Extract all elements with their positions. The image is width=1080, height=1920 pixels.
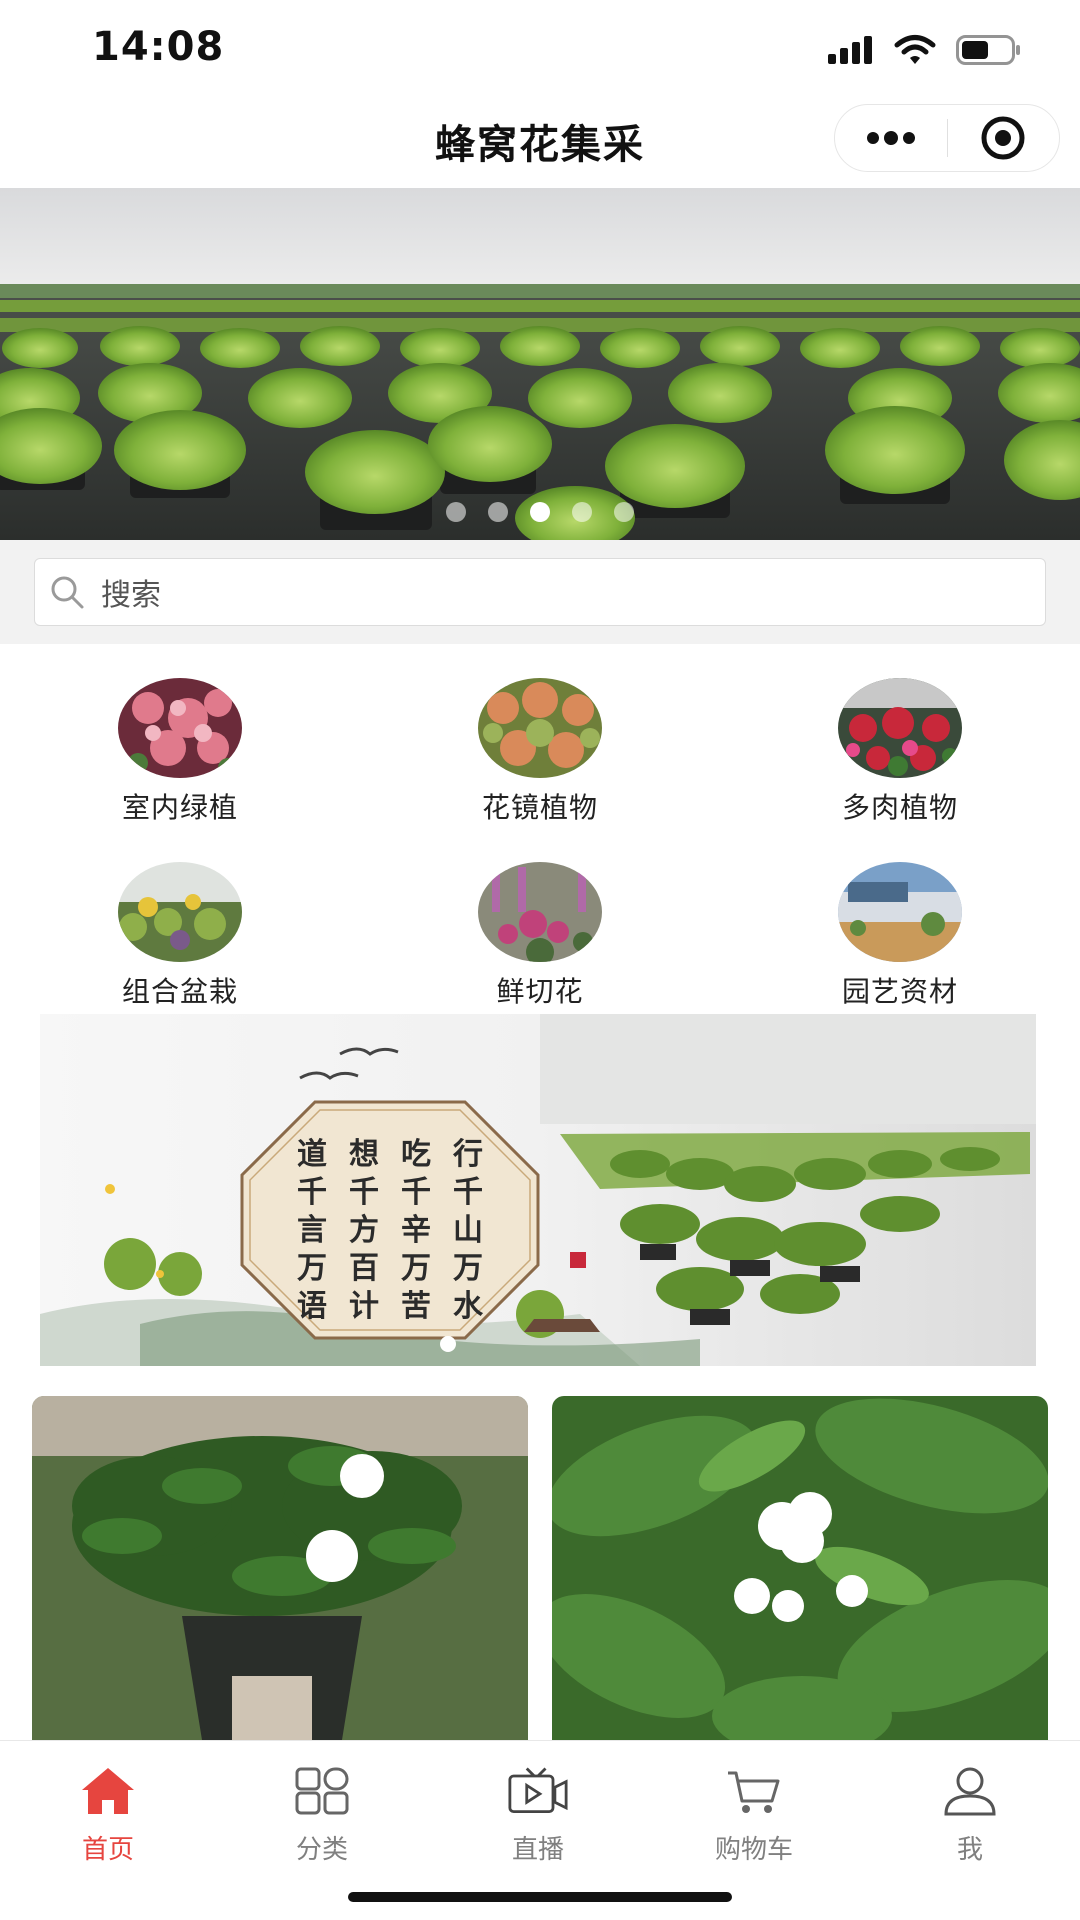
hero-banner[interactable] — [0, 188, 1080, 540]
more-button[interactable] — [835, 104, 947, 172]
tab-category[interactable]: 分类 — [232, 1763, 412, 1866]
status-bar: 14:08 — [0, 0, 1080, 96]
product-card[interactable] — [32, 1396, 528, 1740]
cut-flower-image — [478, 862, 602, 962]
live-tv-icon — [508, 1763, 568, 1819]
more-dots-icon — [866, 131, 915, 145]
poem-line: 道千言万语 — [297, 1137, 327, 1324]
mini-program-capsule — [834, 104, 1060, 172]
category-icon — [292, 1763, 352, 1819]
combo-pot-image — [118, 862, 242, 962]
category-label: 鲜切花 — [496, 975, 584, 1008]
category-label: 花镜植物 — [481, 791, 598, 824]
banner-pagination — [0, 502, 1080, 522]
category-indoor-plants[interactable]: 室内绿植 — [80, 678, 280, 826]
tab-home[interactable]: 首页 — [18, 1763, 198, 1866]
category-combo-pots[interactable]: 组合盆栽 — [80, 862, 280, 1010]
tab-live[interactable]: 直播 — [448, 1763, 628, 1866]
promo-dot-active[interactable] — [440, 1336, 456, 1352]
search-input[interactable]: 搜索 — [34, 558, 1046, 626]
promo-banner[interactable]: 行千山万水 吃千辛万苦 想千方百计 道千言万语 — [40, 1014, 1036, 1366]
status-time: 14:08 — [92, 24, 225, 70]
tab-label: 购物车 — [714, 1835, 793, 1865]
category-succulents[interactable]: 多肉植物 — [800, 678, 1000, 826]
home-icon — [78, 1763, 138, 1819]
tab-label: 分类 — [295, 1835, 348, 1865]
cart-icon — [724, 1763, 784, 1819]
gardenia-potted-image — [32, 1396, 528, 1740]
category-cut-flowers[interactable]: 鲜切花 — [440, 862, 640, 1010]
banner-dot[interactable] — [614, 502, 634, 522]
poem-line: 吃千辛万苦 — [401, 1137, 431, 1324]
category-label: 园艺资材 — [841, 975, 958, 1008]
signal-icon — [828, 36, 872, 64]
tab-label: 我 — [956, 1835, 983, 1865]
tab-me[interactable]: 我 — [880, 1763, 1060, 1866]
search-icon — [51, 576, 84, 609]
category-label: 多肉植物 — [841, 791, 958, 824]
home-indicator — [348, 1892, 732, 1902]
close-mini-program-button[interactable] — [948, 104, 1060, 172]
search-section: 搜索 — [0, 540, 1080, 644]
battery-icon — [956, 35, 1020, 65]
category-label: 室内绿植 — [121, 791, 238, 824]
succulent-image — [838, 678, 962, 778]
status-icons — [828, 30, 1022, 70]
search-placeholder: 搜索 — [101, 578, 161, 613]
nav-bar: 蜂窝花集采 — [0, 96, 1080, 188]
category-grid: 室内绿植 花镜植物 多肉植物 组合盆栽 鲜切花 园艺资材 — [0, 664, 1080, 1020]
nursery-banner-image — [0, 188, 1080, 540]
category-border-plants[interactable]: 花镜植物 — [440, 678, 640, 826]
banner-dot-active[interactable] — [530, 502, 550, 522]
jasmine-flower-image — [552, 1396, 1048, 1740]
record-target-icon — [981, 116, 1025, 160]
user-icon — [940, 1763, 1000, 1819]
category-garden-supplies[interactable]: 园艺资材 — [800, 862, 1000, 1010]
banner-dot[interactable] — [572, 502, 592, 522]
border-plant-image — [478, 678, 602, 778]
poem-plaque: 行千山万水 吃千辛万苦 想千方百计 道千言万语 — [240, 1100, 540, 1340]
indoor-plant-image — [118, 678, 242, 778]
product-list — [0, 1366, 1080, 1740]
wifi-icon — [894, 35, 936, 64]
tab-cart[interactable]: 购物车 — [664, 1763, 844, 1866]
product-card[interactable] — [552, 1396, 1048, 1740]
poem-line: 想千方百计 — [349, 1137, 379, 1324]
banner-dot[interactable] — [488, 502, 508, 522]
banner-dot[interactable] — [446, 502, 466, 522]
tab-label: 直播 — [511, 1835, 564, 1865]
garden-supplies-image — [838, 862, 962, 962]
tab-label: 首页 — [81, 1835, 134, 1865]
category-label: 组合盆栽 — [121, 975, 238, 1008]
poem-line: 行千山万水 — [453, 1137, 483, 1324]
